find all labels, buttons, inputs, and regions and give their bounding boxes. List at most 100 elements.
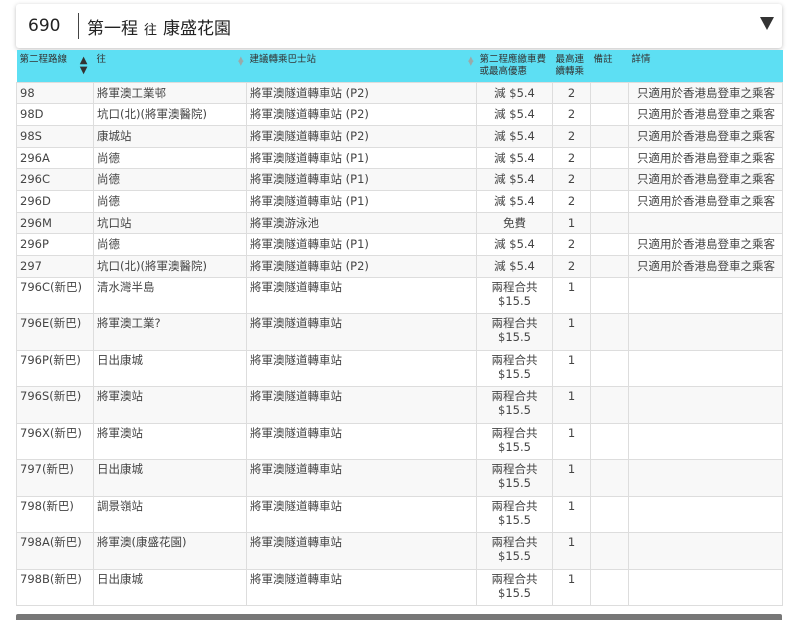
route-cell: 796P(新巴) bbox=[16, 349, 94, 388]
detail-cell bbox=[628, 422, 783, 461]
table-row[interactable]: 798B(新巴) 日出康城 將軍澳隧道轉車站 兩程合共 $15.5 1 bbox=[16, 568, 783, 607]
fare-cell: 減 $5.4 bbox=[476, 81, 553, 105]
table-row[interactable]: 796X(新巴) 將軍澳站 將軍澳隧道轉車站 兩程合共 $15.5 1 bbox=[16, 422, 783, 461]
stop-cell: 將軍澳隧道轉車站 bbox=[246, 349, 477, 388]
fare-amount: $15.5 bbox=[498, 512, 531, 527]
sort-asc-icon[interactable]: ▲ ▼ bbox=[80, 56, 88, 76]
to-cell: 尚德 bbox=[93, 168, 247, 191]
fare-amount: $15.5 bbox=[498, 476, 531, 491]
route-cell: 796E(新巴) bbox=[16, 313, 94, 351]
col-header-route[interactable]: 第二程路線 ▲ ▼ bbox=[17, 50, 94, 82]
table-row[interactable]: 796E(新巴) 將軍澳工業? 將軍澳隧道轉車站 兩程合共 $15.5 1 bbox=[16, 313, 783, 351]
fare-cell: 減 $5.4 bbox=[476, 103, 553, 126]
table-row[interactable]: 98S 康城站 將軍澳隧道轉車站 (P2) 減 $5.4 2 只適用於香港島登車之乘客 bbox=[16, 124, 783, 148]
to-cell: 將軍澳站 bbox=[93, 386, 247, 424]
max-transfer-cell: 2 bbox=[552, 103, 591, 126]
col-header-remark[interactable]: 備註 bbox=[591, 50, 629, 82]
stop-cell: 將軍澳隧道轉車站 (P2) bbox=[246, 103, 477, 126]
detail-cell: 只適用於香港島登車之乘客 bbox=[628, 103, 783, 126]
to-cell: 坑口(北)(將軍澳醫院) bbox=[93, 103, 247, 126]
fare-text: 兩程合共 bbox=[491, 352, 538, 367]
max-transfer-cell: 2 bbox=[552, 233, 591, 256]
remark-cell bbox=[590, 211, 629, 235]
to-cell: 將軍澳站 bbox=[93, 422, 247, 461]
remark-cell bbox=[590, 103, 629, 126]
detail-cell bbox=[628, 532, 783, 570]
table-row[interactable]: 797(新巴) 日出康城 將軍澳隧道轉車站 兩程合共 $15.5 1 bbox=[16, 459, 783, 497]
dropdown-arrow-icon[interactable] bbox=[760, 17, 774, 30]
fare-cell: 兩程合共 $15.5 bbox=[476, 386, 553, 424]
col-header-detail[interactable]: 詳情 bbox=[629, 50, 783, 82]
route-number: 690 bbox=[28, 16, 61, 36]
fare-cell: 減 $5.4 bbox=[476, 255, 553, 278]
detail-cell: 只適用於香港島登車之乘客 bbox=[628, 255, 783, 278]
to-cell: 坑口(北)(將軍澳醫院) bbox=[93, 255, 247, 278]
fare-text: 兩程合共 bbox=[491, 571, 538, 586]
table-row[interactable]: 796S(新巴) 將軍澳站 將軍澳隧道轉車站 兩程合共 $15.5 1 bbox=[16, 386, 783, 424]
stop-cell: 將軍澳隧道轉車站 bbox=[246, 422, 477, 461]
route-cell: 98S bbox=[16, 124, 94, 148]
max-transfer-cell: 1 bbox=[552, 313, 591, 351]
fare-text: 減 $5.4 bbox=[494, 107, 535, 122]
fare-cell: 減 $5.4 bbox=[476, 189, 553, 213]
destination-label: 康盛花園 bbox=[163, 18, 232, 39]
detail-cell: 只適用於香港島登車之乘客 bbox=[628, 168, 783, 191]
table-row[interactable]: 296P 尚德 將軍澳隧道轉車站 (P1) 減 $5.4 2 只適用於香港島登車之乘客 bbox=[16, 233, 783, 256]
remark-cell bbox=[590, 276, 629, 315]
table-row[interactable]: 798A(新巴) 將軍澳(康盛花園) 將軍澳隧道轉車站 兩程合共 $15.5 1 bbox=[16, 532, 783, 570]
fare-cell: 減 $5.4 bbox=[476, 146, 553, 170]
stop-cell: 將軍澳隧道轉車站 (P2) bbox=[246, 255, 477, 278]
table-body: 98 將軍澳工業邨 將軍澳隧道轉車站 (P2) 減 $5.4 2 只適用於香港島登車之乘客… bbox=[16, 81, 783, 607]
detail-cell bbox=[628, 349, 783, 388]
sort-icon[interactable]: ▲ ▼ bbox=[238, 56, 243, 67]
remark-cell bbox=[590, 255, 629, 278]
table-row[interactable]: 296D 尚德 將軍澳隧道轉車站 (P1) 減 $5.4 2 只適用於香港島登車之乘客 bbox=[16, 189, 783, 213]
to-cell: 將軍澳工業邨 bbox=[93, 81, 247, 105]
fare-text: 兩程合共 bbox=[491, 462, 538, 477]
col-header-fare[interactable]: 第二程應繳車費或最高優惠 bbox=[477, 50, 553, 82]
fare-cell: 減 $5.4 bbox=[476, 233, 553, 256]
max-transfer-cell: 2 bbox=[552, 255, 591, 278]
to-cell: 調景嶺站 bbox=[93, 495, 247, 534]
table-row[interactable]: 296A 尚德 將軍澳隧道轉車站 (P1) 減 $5.4 2 只適用於香港島登車之乘客 bbox=[16, 146, 783, 170]
detail-cell: 只適用於香港島登車之乘客 bbox=[628, 124, 783, 148]
table-row[interactable]: 796P(新巴) 日出康城 將軍澳隧道轉車站 兩程合共 $15.5 1 bbox=[16, 349, 783, 388]
max-transfer-cell: 1 bbox=[552, 211, 591, 235]
max-transfer-cell: 1 bbox=[552, 495, 591, 534]
col-header-max[interactable]: 最高連續轉乘 bbox=[553, 50, 591, 82]
table-row[interactable]: 798(新巴) 調景嶺站 將軍澳隧道轉車站 兩程合共 $15.5 1 bbox=[16, 495, 783, 534]
col-header-stop[interactable]: 建議轉乘巴士站 ▲ ▼ bbox=[247, 50, 477, 82]
remark-cell bbox=[590, 189, 629, 213]
col-header-to[interactable]: 往 ▲ ▼ bbox=[94, 50, 247, 82]
fare-cell: 兩程合共 $15.5 bbox=[476, 532, 553, 570]
table-row[interactable]: 296M 坑口站 將軍澳游泳池 免費 1 bbox=[16, 211, 783, 235]
max-transfer-cell: 1 bbox=[552, 459, 591, 497]
to-cell: 日出康城 bbox=[93, 459, 247, 497]
route-selector[interactable]: 690 第一程 往 康盛花園 bbox=[16, 4, 782, 48]
stop-cell: 將軍澳隧道轉車站 bbox=[246, 532, 477, 570]
max-transfer-cell: 1 bbox=[552, 422, 591, 461]
remark-cell bbox=[590, 349, 629, 388]
to-cell: 日出康城 bbox=[93, 568, 247, 607]
stop-cell: 將軍澳游泳池 bbox=[246, 211, 477, 235]
bottom-bar bbox=[16, 614, 782, 620]
route-cell: 296P bbox=[16, 233, 94, 256]
fare-amount: $15.5 bbox=[498, 293, 531, 308]
to-cell: 日出康城 bbox=[93, 349, 247, 388]
table-row[interactable]: 98D 坑口(北)(將軍澳醫院) 將軍澳隧道轉車站 (P2) 減 $5.4 2 只適用於香… bbox=[16, 103, 783, 126]
remark-cell bbox=[590, 532, 629, 570]
table-row[interactable]: 297 坑口(北)(將軍澳醫院) 將軍澳隧道轉車站 (P2) 減 $5.4 2 只適用於香… bbox=[16, 255, 783, 278]
route-cell: 796X(新巴) bbox=[16, 422, 94, 461]
table-row[interactable]: 296C 尚德 將軍澳隧道轉車站 (P1) 減 $5.4 2 只適用於香港島登車之乘客 bbox=[16, 168, 783, 191]
sort-icon[interactable]: ▲ ▼ bbox=[468, 56, 473, 67]
detail-cell: 只適用於香港島登車之乘客 bbox=[628, 146, 783, 170]
table-row[interactable]: 796C(新巴) 清水灣半島 將軍澳隧道轉車站 兩程合共 $15.5 1 bbox=[16, 276, 783, 315]
max-transfer-cell: 2 bbox=[552, 81, 591, 105]
remark-cell bbox=[590, 386, 629, 424]
table-row[interactable]: 98 將軍澳工業邨 將軍澳隧道轉車站 (P2) 減 $5.4 2 只適用於香港島登車之乘客 bbox=[16, 81, 783, 105]
fare-cell: 兩程合共 $15.5 bbox=[476, 495, 553, 534]
stop-cell: 將軍澳隧道轉車站 bbox=[246, 568, 477, 607]
fare-text: 兩程合共 bbox=[491, 498, 538, 513]
remark-cell bbox=[590, 81, 629, 105]
remark-cell bbox=[590, 422, 629, 461]
